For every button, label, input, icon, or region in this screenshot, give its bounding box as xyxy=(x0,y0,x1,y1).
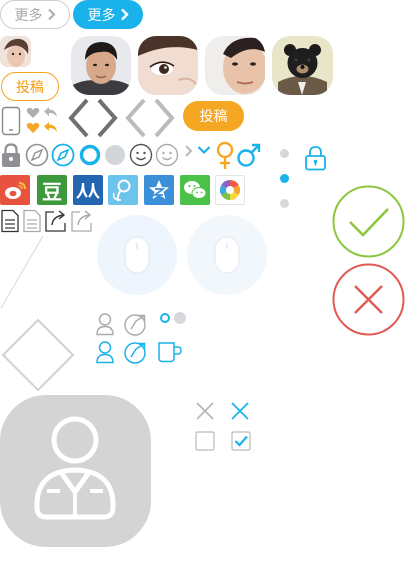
renren-icon[interactable] xyxy=(73,175,103,205)
chevron-down-icon[interactable] xyxy=(197,145,211,155)
divider-line xyxy=(0,235,44,309)
radio-icon-unselected[interactable] xyxy=(104,144,126,166)
close-circle-icon[interactable] xyxy=(332,263,405,336)
close-icon-blue[interactable] xyxy=(229,400,251,422)
indicator-dot-active[interactable] xyxy=(280,174,289,183)
avatar-bear[interactable] xyxy=(272,36,333,95)
qzone-icon[interactable] xyxy=(144,175,174,205)
douban-char: 豆 xyxy=(42,181,62,204)
user-icon-gray[interactable] xyxy=(95,312,115,336)
user-icon xyxy=(34,416,116,520)
default-avatar[interactable] xyxy=(0,395,151,547)
more-label: 更多 xyxy=(87,6,116,23)
toggle-dot-gray[interactable] xyxy=(174,312,186,324)
checkbox-icon-unchecked[interactable] xyxy=(195,431,215,451)
wechat-icon[interactable] xyxy=(180,175,210,205)
weibo-icon[interactable] xyxy=(0,175,30,205)
avatar-woman-eye[interactable] xyxy=(138,36,198,95)
compass-icon-blue[interactable] xyxy=(51,143,75,167)
reply-icon-orange[interactable] xyxy=(43,121,58,134)
radio-icon-selected[interactable] xyxy=(79,144,101,166)
chevron-right-icon xyxy=(47,8,56,21)
user-icon-blue[interactable] xyxy=(95,340,115,364)
lock-icon-gray[interactable] xyxy=(0,143,22,168)
submit-button-filled[interactable]: 投稿 xyxy=(183,101,244,131)
more-button-inactive[interactable]: 更多 xyxy=(0,0,70,29)
lock-icon-blue[interactable] xyxy=(304,145,327,171)
diamond-outline-icon-light xyxy=(125,98,175,138)
heart-icon-gray[interactable] xyxy=(26,107,40,119)
compass-icon-small-blue[interactable] xyxy=(124,340,148,364)
mouse-icon-lighter xyxy=(187,215,267,295)
submit-button-outline[interactable]: 投稿 xyxy=(1,72,59,101)
compass-icon-small-gray[interactable] xyxy=(124,312,148,336)
document-icon-dark[interactable] xyxy=(0,209,20,233)
close-icon-gray[interactable] xyxy=(194,400,216,422)
smile-icon-light[interactable] xyxy=(155,143,179,167)
smile-icon-dark[interactable] xyxy=(129,143,153,167)
reply-icon-gray[interactable] xyxy=(43,106,58,119)
avatar-man[interactable] xyxy=(71,36,131,95)
share-icon-light[interactable] xyxy=(70,209,94,233)
submit-label: 投稿 xyxy=(199,108,228,124)
heart-icon-orange[interactable] xyxy=(26,122,40,134)
check-circle-icon[interactable] xyxy=(332,185,405,258)
avatar-man-face[interactable] xyxy=(205,36,265,95)
douban-icon[interactable]: 豆 xyxy=(37,175,67,205)
phone-icon[interactable] xyxy=(1,106,21,136)
avatar-small[interactable] xyxy=(0,36,31,67)
more-label: 更多 xyxy=(14,6,43,23)
more-button-active[interactable]: 更多 xyxy=(73,0,143,29)
share-icon-dark[interactable] xyxy=(44,209,68,233)
mouse-icon-light xyxy=(97,215,177,295)
indicator-dot[interactable] xyxy=(280,149,289,158)
chevron-right-icon xyxy=(120,8,129,21)
chevron-right-icon-gray[interactable] xyxy=(184,145,194,157)
diamond-icon xyxy=(1,318,75,392)
tencent-weibo-icon[interactable] xyxy=(108,175,138,205)
indicator-dot[interactable] xyxy=(280,199,289,208)
checkbox-icon-checked[interactable] xyxy=(231,431,251,451)
diamond-outline-icon-dark xyxy=(68,98,118,138)
male-icon[interactable] xyxy=(236,142,262,168)
submit-label: 投稿 xyxy=(16,78,44,95)
document-icon-light[interactable] xyxy=(22,209,42,233)
female-icon[interactable] xyxy=(215,141,235,171)
compass-icon-gray[interactable] xyxy=(25,143,49,167)
cup-icon[interactable] xyxy=(157,341,183,363)
toggle-dot-blue[interactable] xyxy=(160,313,170,323)
moments-icon[interactable] xyxy=(215,175,245,205)
